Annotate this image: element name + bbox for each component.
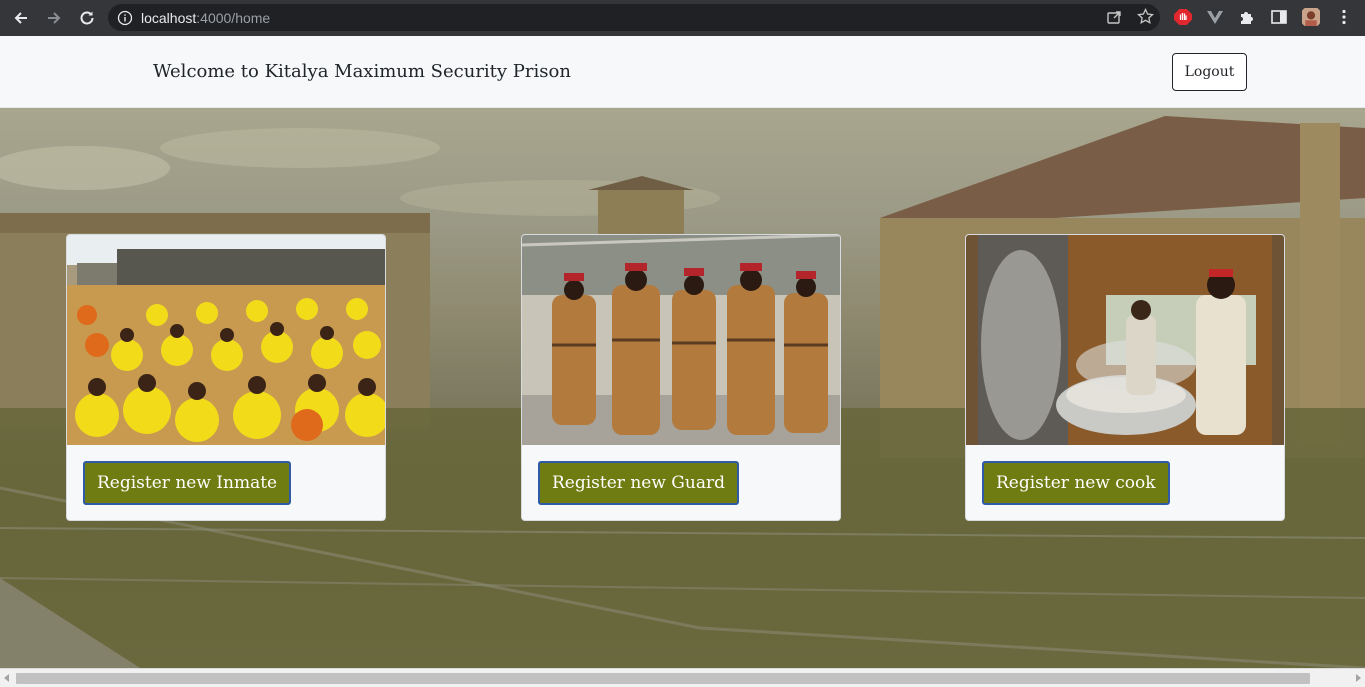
browser-menu-icon[interactable] xyxy=(1334,7,1354,27)
reload-icon xyxy=(80,11,94,25)
prison-background: Register new Inmate Register new Guard R… xyxy=(0,108,1365,668)
guard-card: Register new Guard xyxy=(521,234,841,521)
site-info-icon[interactable] xyxy=(117,10,133,26)
back-arrow-icon xyxy=(14,12,27,24)
navbar-brand: Welcome to Kitalya Maximum Security Pris… xyxy=(153,61,571,82)
profile-avatar[interactable] xyxy=(1300,6,1322,28)
url-text: localhost:4000/home xyxy=(141,10,270,26)
cook-card: Register new cook xyxy=(965,234,1285,521)
logout-button[interactable]: Logout xyxy=(1172,53,1247,91)
extension-adblock-icon[interactable] xyxy=(1173,7,1193,27)
extensions-puzzle-icon[interactable] xyxy=(1237,7,1257,27)
address-bar[interactable]: localhost:4000/home xyxy=(108,4,1160,31)
guards-photo xyxy=(522,235,840,445)
horizontal-scrollbar[interactable] xyxy=(0,668,1365,687)
share-icon[interactable] xyxy=(1106,8,1123,25)
register-cook-button[interactable]: Register new cook xyxy=(982,461,1170,505)
scroll-right-icon[interactable] xyxy=(1356,674,1361,682)
inmate-card: Register new Inmate xyxy=(66,234,386,521)
extension-vue-icon[interactable] xyxy=(1205,7,1225,27)
register-inmate-button[interactable]: Register new Inmate xyxy=(83,461,292,505)
register-guard-button[interactable]: Register new Guard xyxy=(538,461,739,505)
forward-arrow-icon xyxy=(48,12,61,24)
url-path: :4000/home xyxy=(196,9,271,26)
scrollbar-thumb[interactable] xyxy=(16,673,1310,684)
forward-button[interactable] xyxy=(39,3,69,33)
url-host: localhost xyxy=(141,9,197,26)
back-button[interactable] xyxy=(6,3,36,33)
browser-toolbar: localhost:4000/home xyxy=(0,0,1365,36)
kitchen-photo xyxy=(966,235,1284,445)
bookmark-star-icon[interactable] xyxy=(1137,8,1154,25)
reload-button[interactable] xyxy=(72,3,102,33)
inmates-photo xyxy=(67,235,385,445)
page-content: Welcome to Kitalya Maximum Security Pris… xyxy=(0,36,1365,668)
top-navbar: Welcome to Kitalya Maximum Security Pris… xyxy=(0,36,1365,108)
scroll-left-icon[interactable] xyxy=(4,674,9,682)
side-panel-icon[interactable] xyxy=(1269,7,1289,27)
